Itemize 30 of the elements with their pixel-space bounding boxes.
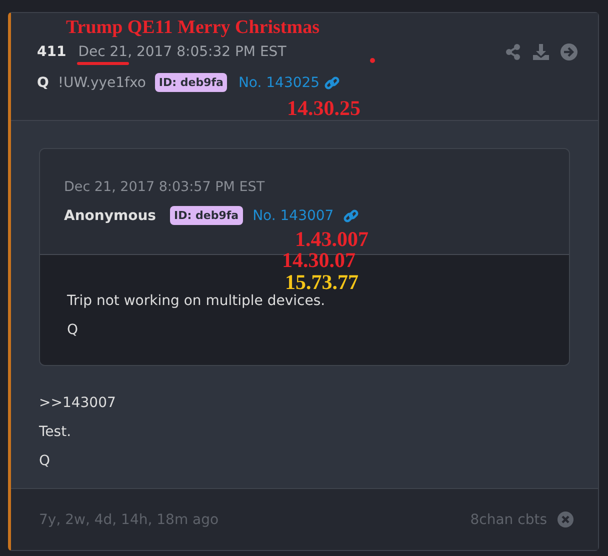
arrow-right-icon[interactable] [560, 43, 578, 61]
quoted-text-line: Q [67, 321, 80, 340]
post-text-line: Q [39, 452, 52, 471]
post-number: 411 [37, 44, 66, 60]
quoted-post-date: Dec 21, 2017 8:03:57 PM EST [64, 179, 266, 195]
post-number-link[interactable]: No. 143007 [252, 208, 334, 224]
author-name: Q [37, 74, 49, 90]
post-text-line: >>143007 [39, 394, 117, 413]
post-date: Dec 21, 2017 8:05:32 PM EST [78, 44, 286, 60]
quoted-author-name: Anonymous [64, 208, 156, 224]
link-icon[interactable] [342, 208, 359, 224]
link-icon[interactable] [324, 74, 340, 90]
download-icon[interactable] [532, 43, 550, 61]
quoted-text-line: Trip not working on multiple devices. [67, 292, 326, 311]
source-label: 8chan cbts [470, 512, 547, 528]
annotation-text: 1.43.007 [295, 229, 368, 250]
underline-mark [77, 62, 129, 65]
annotation-text: 14.30.07 [282, 250, 356, 271]
dot-mark [370, 58, 375, 63]
id-badge: ID: deb9fa [170, 206, 243, 225]
close-icon[interactable] [557, 511, 574, 528]
post-text-line: Test. [39, 423, 72, 442]
share-icon[interactable] [504, 43, 522, 61]
post-age: 7y, 2w, 4d, 14h, 18m ago [39, 512, 219, 528]
post-number-link[interactable]: No. 143025 [238, 74, 320, 90]
annotation-text: 14.30.25 [287, 98, 360, 119]
annotation-text: 15.73.77 [285, 272, 358, 293]
annotation-text: Trump QE11 Merry Christmas [66, 18, 320, 37]
tripcode: !UW.yye1fxo [58, 74, 146, 90]
id-badge: ID: deb9fa [154, 73, 228, 92]
